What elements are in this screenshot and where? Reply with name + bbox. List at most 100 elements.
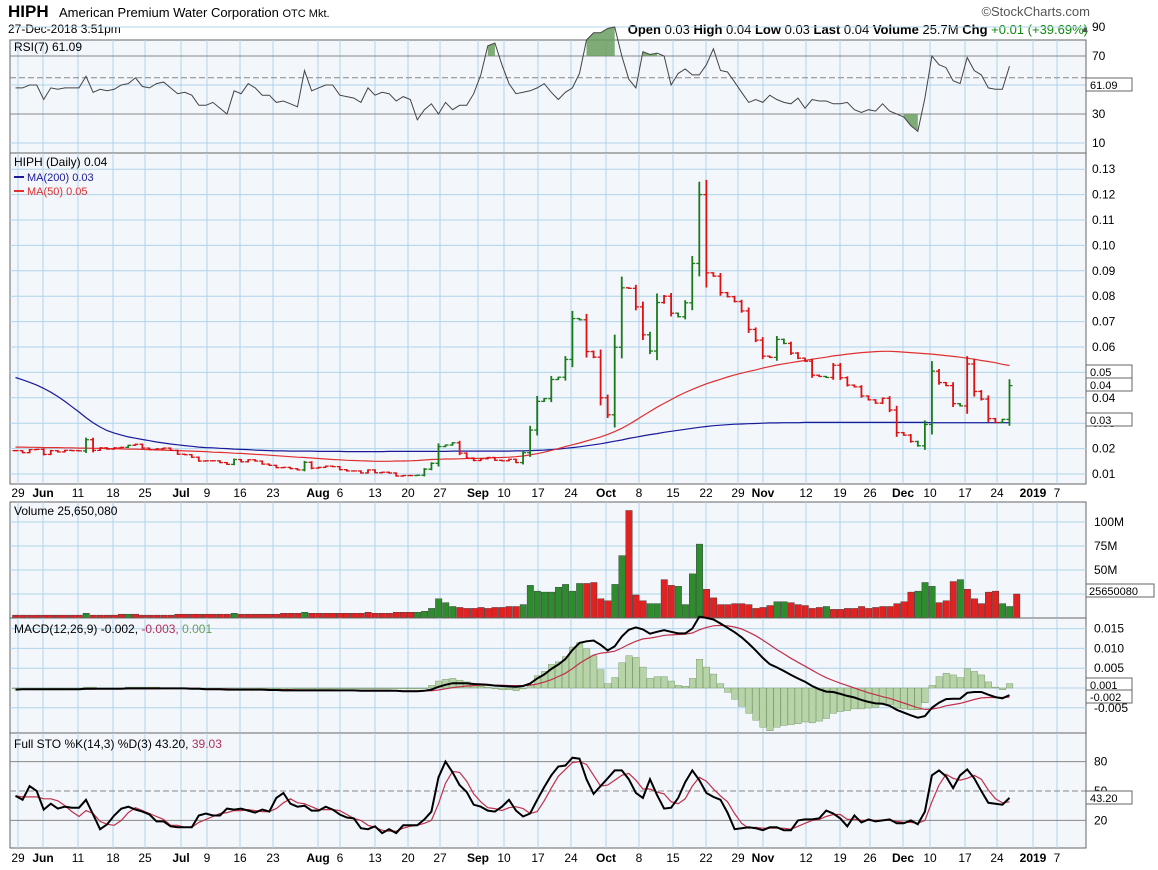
volume-bar [371, 613, 379, 619]
volume-tick-label: 50M [1094, 563, 1117, 577]
sto-x-label: Nov [752, 851, 775, 865]
price-x-label: Jul [172, 486, 189, 500]
macd-histogram-bar [329, 687, 337, 690]
macd-histogram-bar [315, 687, 323, 690]
ma50-value-tag: 0.05 [1090, 367, 1111, 379]
sto-x-label: 13 [368, 851, 382, 865]
macd-histogram-bar [639, 666, 647, 689]
volume-bar [315, 613, 323, 619]
volume-bar [618, 555, 626, 619]
volume-bar [470, 608, 478, 619]
sto-x-label: 17 [958, 851, 972, 865]
sto-x-label: 29 [11, 851, 25, 865]
volume-bar [696, 543, 703, 619]
macd-histogram-bar [844, 687, 851, 711]
volume-bar [287, 613, 295, 619]
volume-bar [202, 613, 210, 619]
volume-bar [273, 613, 280, 619]
price-x-label: Jun [32, 486, 53, 500]
price-x-label: 16 [233, 486, 247, 500]
volume-bar [364, 612, 372, 619]
volume-bar [209, 613, 217, 619]
volume-bar [858, 606, 866, 619]
volume-bar [985, 591, 992, 619]
volume-bar [689, 573, 696, 619]
volume-bar [484, 608, 492, 619]
volume-bar [611, 584, 619, 619]
volume-bar [477, 607, 485, 619]
macd-histogram-bar [985, 681, 992, 689]
macd-histogram-bar [773, 687, 781, 728]
volume-bar [562, 584, 569, 619]
rsi-value-tag: 61.09 [1090, 80, 1118, 92]
sto-x-label: Jun [32, 851, 53, 865]
price-x-label: Sep [467, 486, 489, 500]
volume-bar [674, 586, 682, 619]
macd-histogram-bar [745, 687, 753, 714]
volume-bar [921, 582, 929, 619]
volume-bar [879, 606, 887, 619]
volume-bar [519, 604, 527, 619]
price-tick-label: 0.13 [1092, 162, 1116, 176]
macd-histogram-bar [590, 655, 598, 689]
sto-x-label: 10 [923, 851, 937, 865]
volume-bar [604, 600, 612, 619]
price-x-label: 7 [1054, 486, 1061, 500]
macd-histogram-bar [971, 671, 978, 689]
macd-histogram-bar [653, 676, 661, 689]
volume-bar [435, 598, 443, 619]
price-x-label: 29 [731, 486, 745, 500]
macd-histogram-bar [308, 687, 316, 690]
volume-bar [830, 609, 837, 619]
volume-bar [512, 606, 520, 619]
ma200-legend: MA(200) 0.03 [27, 172, 94, 184]
sto-x-label: 22 [699, 851, 713, 865]
volume-bar [463, 608, 471, 619]
volume-bar [752, 608, 760, 619]
price-x-label: 22 [699, 486, 713, 500]
macd-histogram-bar [689, 678, 696, 689]
volume-bar [569, 590, 577, 619]
volume-bar [251, 613, 259, 619]
volume-bar [421, 611, 429, 619]
macd-histogram-bar [935, 676, 943, 689]
macd-histogram-bar [597, 669, 605, 689]
price-x-label: 18 [106, 486, 120, 500]
price-x-label: 10 [497, 486, 511, 500]
volume-title: Volume 25,650,080 [14, 504, 118, 518]
macd-histogram-bar [519, 687, 527, 690]
volume-bar [978, 603, 985, 619]
macd-histogram-bar [752, 687, 760, 721]
macd-histogram-bar [322, 687, 330, 690]
volume-bar [266, 613, 273, 619]
volume-bar [442, 602, 450, 619]
sto-tick-label: 20 [1094, 813, 1108, 827]
sto-x-label: Sep [467, 851, 489, 865]
volume-bar [963, 589, 971, 619]
volume-bar [815, 607, 823, 619]
volume-bar [336, 613, 344, 619]
macd-histogram-bar [963, 668, 971, 689]
volume-bar [703, 589, 710, 619]
volume-bar [738, 603, 746, 619]
macd-histogram-bar [808, 687, 816, 724]
sto-x-label: 26 [863, 851, 877, 865]
price-legend-title: HIPH (Daily) 0.04 [14, 155, 108, 169]
volume-bar [971, 598, 978, 619]
price-x-label: 8 [636, 486, 643, 500]
volume-bar [188, 613, 196, 619]
rsi-fill [586, 27, 615, 56]
volume-bar [181, 613, 189, 619]
sto-x-label: 6 [337, 851, 344, 865]
volume-bar [174, 613, 182, 619]
volume-bar [132, 613, 139, 619]
sto-x-label: 25 [138, 851, 152, 865]
macd-histogram-bar [350, 687, 358, 689]
volume-bar [526, 585, 534, 619]
macd-histogram-bar [392, 687, 400, 689]
macd-histogram-bar [801, 687, 809, 723]
volume-tick-label: 100M [1094, 515, 1124, 529]
macd-histogram-bar [787, 687, 795, 725]
macd-histogram-bar [992, 686, 1000, 689]
rsi-tick-label: 30 [1092, 107, 1106, 121]
